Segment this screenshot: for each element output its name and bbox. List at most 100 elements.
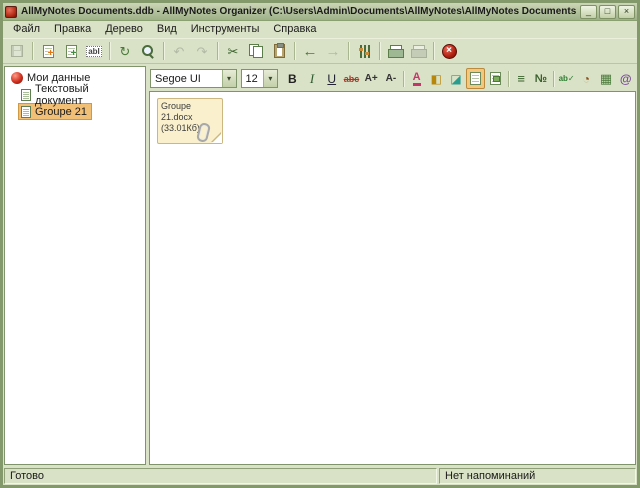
search-icon	[141, 44, 155, 58]
spell-check-icon: ab✓	[559, 74, 575, 83]
numbered-list-button[interactable]: №	[532, 68, 551, 89]
insert-table-button[interactable]: ▦	[597, 68, 616, 89]
refresh-button[interactable]: ↻	[114, 40, 136, 62]
text-color-icon: A	[413, 72, 421, 86]
forward-button[interactable]: →	[322, 40, 344, 62]
bullet-list-button[interactable]: ≡	[512, 68, 531, 89]
copy-icon	[249, 44, 263, 58]
paste-button[interactable]	[268, 40, 290, 62]
underline-button[interactable]: U	[322, 68, 341, 89]
search-button[interactable]	[137, 40, 159, 62]
text-color-button[interactable]: A	[407, 68, 426, 89]
menu-tools[interactable]: Инструменты	[184, 22, 267, 37]
insert-file-icon	[470, 72, 481, 85]
rename-button[interactable]: abI	[83, 40, 105, 62]
close-button[interactable]: ×	[618, 5, 635, 19]
reminder-icon: ◔	[583, 72, 590, 86]
toolbar-separator	[294, 42, 295, 60]
spell-check-button[interactable]: ab✓	[557, 68, 576, 89]
font-size-value: 12	[242, 73, 263, 85]
insert-image-icon	[490, 72, 501, 85]
save-button[interactable]	[6, 40, 28, 62]
cut-button[interactable]: ✂	[222, 40, 244, 62]
copy-button[interactable]	[245, 40, 267, 62]
minimize-button[interactable]: _	[580, 5, 597, 19]
print-preview-icon	[411, 45, 426, 58]
new-note-icon: +	[43, 45, 54, 58]
grow-font-button[interactable]: A+	[362, 68, 381, 89]
status-ready: Готово	[4, 468, 437, 484]
new-folder-button[interactable]: +	[60, 40, 82, 62]
clear-format-icon: ◪	[450, 72, 461, 86]
titlebar: AllMyNotes Documents.ddb - AllMyNotes Or…	[3, 3, 637, 21]
fill-color-button[interactable]: ◧	[427, 68, 446, 89]
chevron-down-icon[interactable]: ▾	[263, 70, 277, 87]
back-button[interactable]: ←	[299, 40, 321, 62]
font-size-select[interactable]: 12 ▾	[241, 69, 278, 88]
font-family-select[interactable]: Segoe UI ▾	[150, 69, 237, 88]
main-toolbar: + + abI ↻ ↶ ↷ ✂	[3, 38, 637, 64]
notes-tree-panel[interactable]: Мои данные Текстовый документ Groupe 21	[4, 66, 146, 465]
menu-file[interactable]: Файл	[6, 22, 47, 37]
strikethrough-icon: abc	[344, 74, 360, 84]
new-folder-icon: +	[66, 45, 77, 58]
status-reminders: Нет напоминаний	[439, 468, 636, 484]
font-family-value: Segoe UI	[151, 73, 222, 85]
clear-format-button[interactable]: ◪	[447, 68, 466, 89]
document-icon	[21, 106, 31, 118]
grow-font-icon: A+	[365, 73, 378, 84]
redo-button[interactable]: ↷	[191, 40, 213, 62]
window-title: AllMyNotes Documents.ddb - AllMyNotes Or…	[21, 6, 576, 17]
statusbar: Готово Нет напоминаний	[3, 466, 637, 485]
shrink-font-icon: A-	[386, 73, 397, 84]
attachment-filename: Groupe 21.docx	[161, 101, 219, 123]
toolbar-separator	[403, 71, 404, 87]
page-curl	[212, 133, 222, 143]
exit-icon: ×	[442, 44, 457, 59]
menu-edit[interactable]: Правка	[47, 22, 98, 37]
toolbar-separator	[379, 42, 380, 60]
main-area: Мои данные Текстовый документ Groupe 21 …	[3, 64, 637, 466]
menu-view[interactable]: Вид	[150, 22, 184, 37]
insert-table-icon: ▦	[600, 71, 612, 87]
document-icon	[21, 89, 31, 101]
attach-icon: @	[620, 72, 632, 86]
paste-icon	[274, 44, 285, 58]
editor-panel: Segoe UI ▾ 12 ▾ B I U abc	[149, 66, 636, 465]
attach-button[interactable]: @	[616, 68, 635, 89]
window-controls: _ □ ×	[580, 5, 635, 19]
insert-image-button[interactable]	[486, 68, 505, 89]
insert-file-button[interactable]	[466, 68, 485, 89]
italic-button[interactable]: I	[303, 68, 322, 89]
new-note-button[interactable]: +	[37, 40, 59, 62]
chevron-down-icon[interactable]: ▾	[222, 70, 236, 87]
print-preview-button[interactable]	[407, 40, 429, 62]
toolbar-separator	[348, 42, 349, 60]
maximize-button[interactable]: □	[599, 5, 616, 19]
tree-item-label: Текстовый документ	[35, 83, 139, 107]
bullet-list-icon: ≡	[517, 71, 525, 86]
bold-button[interactable]: B	[283, 68, 302, 89]
print-button[interactable]	[384, 40, 406, 62]
app-icon	[5, 6, 17, 18]
strikethrough-button[interactable]: abc	[342, 68, 361, 89]
menu-tree[interactable]: Дерево	[98, 22, 150, 37]
undo-button[interactable]: ↶	[168, 40, 190, 62]
undo-icon: ↶	[174, 45, 185, 58]
bold-icon: B	[288, 72, 297, 86]
options-button[interactable]	[353, 40, 375, 62]
toolbar-separator	[217, 42, 218, 60]
exit-button[interactable]: ×	[438, 40, 460, 62]
menu-help[interactable]: Справка	[266, 22, 323, 37]
reminder-button[interactable]: ◔	[577, 68, 596, 89]
format-toolbar: Segoe UI ▾ 12 ▾ B I U abc	[149, 66, 636, 91]
attachment-card[interactable]: Groupe 21.docx (33.01Кб)	[157, 98, 223, 144]
database-icon	[11, 72, 23, 84]
attachment-size: (33.01Кб)	[161, 123, 219, 134]
tree-item-groupe-21[interactable]: Groupe 21	[18, 103, 92, 120]
italic-icon: I	[310, 71, 314, 87]
shrink-font-button[interactable]: A-	[382, 68, 401, 89]
note-editor-area[interactable]: Groupe 21.docx (33.01Кб)	[149, 91, 636, 465]
numbered-list-icon: №	[535, 73, 547, 85]
tree-item-text-document[interactable]: Текстовый документ	[18, 86, 144, 103]
